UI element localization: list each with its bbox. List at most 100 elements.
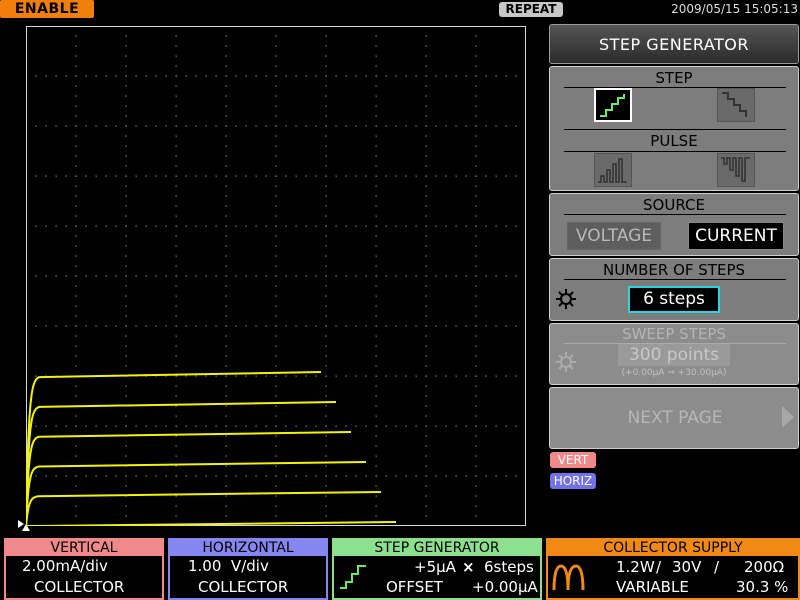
grid-dot — [245, 275, 247, 277]
grid-dot — [55, 175, 57, 177]
grid-dot — [425, 405, 427, 407]
grid-dot — [325, 65, 327, 67]
grid-dot — [205, 225, 207, 227]
grid-dot — [275, 75, 277, 77]
grid-dot — [375, 195, 377, 197]
grid-dot — [155, 125, 157, 127]
grid-dot — [305, 225, 307, 227]
grid-dot — [475, 385, 477, 387]
enable-indicator: ENABLE — [0, 0, 94, 18]
grid-dot — [175, 185, 177, 187]
grid-dot — [35, 125, 37, 127]
grid-dot — [475, 235, 477, 237]
grid-dot — [375, 505, 377, 507]
grid-dot — [355, 175, 357, 177]
grid-dot — [195, 425, 197, 427]
grid-dot — [275, 225, 277, 227]
grid-dot — [275, 385, 277, 387]
grid-dot — [175, 265, 177, 267]
curve-trace-1 — [26, 371, 322, 526]
grid-dot — [255, 175, 257, 177]
grid-dot — [375, 455, 377, 457]
grid-dot — [225, 45, 227, 47]
grid-dot — [265, 175, 267, 177]
grid-dot — [275, 405, 277, 407]
grid-dot — [275, 505, 277, 507]
grid-dot — [425, 505, 427, 507]
grid-dot — [175, 225, 177, 227]
pulse-up-icon[interactable] — [594, 153, 632, 187]
grid-dot — [275, 455, 277, 457]
grid-dot — [325, 345, 327, 347]
grid-dot — [105, 75, 107, 77]
grid-dot — [365, 75, 367, 77]
grid-dot — [275, 335, 277, 337]
grid-dot — [385, 425, 387, 427]
step-down-icon[interactable] — [717, 88, 755, 122]
grid-dot — [375, 235, 377, 237]
grid-dot — [175, 385, 177, 387]
grid-dot — [165, 475, 167, 477]
horizontal-status-box[interactable]: HORIZONTAL 1.00 V/div COLLECTOR — [168, 538, 328, 600]
grid-dot — [125, 415, 127, 417]
grid-dot — [285, 425, 287, 427]
grid-dot — [475, 165, 477, 167]
grid-dot — [125, 515, 127, 517]
grid-dot — [495, 375, 497, 377]
vertical-scale: 2.00mA/div — [22, 557, 108, 575]
grid-dot — [175, 115, 177, 117]
grid-dot — [365, 275, 367, 277]
grid-dot — [495, 175, 497, 177]
grid-dot — [75, 365, 77, 367]
current-button[interactable]: CURRENT — [688, 222, 784, 250]
grid-dot — [185, 125, 187, 127]
grid-dot — [255, 375, 257, 377]
horizontal-title: HORIZONTAL — [170, 540, 326, 556]
grid-dot — [125, 305, 127, 307]
grid-dot — [125, 265, 127, 267]
grid-dot — [85, 175, 87, 177]
grid-dot — [105, 175, 107, 177]
grid-dot — [475, 485, 477, 487]
grid-dot — [175, 95, 177, 97]
grid-dot — [505, 375, 507, 377]
grid-dot — [125, 165, 127, 167]
sweep-steps-label: SWEEP STEPS — [622, 325, 726, 343]
pulse-down-icon[interactable] — [717, 153, 755, 187]
grid-dot — [75, 145, 77, 147]
grid-dot — [325, 305, 327, 307]
step-label: STEP — [655, 69, 693, 87]
grid-dot — [65, 125, 67, 127]
grid-dot — [425, 65, 427, 67]
voltage-button[interactable]: VOLTAGE — [567, 222, 661, 250]
grid-dot — [75, 485, 77, 487]
grid-dot — [275, 275, 277, 277]
grid-dot — [185, 325, 187, 327]
grid-dot — [255, 325, 257, 327]
grid-dot — [475, 295, 477, 297]
grid-dot — [325, 495, 327, 497]
step-up-icon[interactable] — [594, 88, 632, 122]
collector-supply-status-box[interactable]: COLLECTOR SUPPLY 1.2W / 30V / 200Ω VARIA… — [546, 538, 800, 600]
step-generator-status-box[interactable]: STEP GENERATOR +5μA × 6steps OFFSET +0.0… — [332, 538, 542, 600]
grid-dot — [45, 125, 47, 127]
grid-dot — [375, 465, 377, 467]
vertical-status-box[interactable]: VERTICAL 2.00mA/div COLLECTOR — [4, 538, 164, 600]
grid-dot — [75, 185, 77, 187]
collector-resistance: 200Ω — [744, 558, 785, 576]
grid-dot — [175, 365, 177, 367]
grid-dot — [425, 305, 427, 307]
grid-dot — [225, 125, 227, 127]
grid-dot — [355, 75, 357, 77]
grid-dot — [305, 425, 307, 427]
grid-dot — [275, 425, 277, 427]
grid-dot — [425, 115, 427, 117]
grid-dot — [345, 125, 347, 127]
grid-dot — [225, 375, 227, 377]
number-of-steps-field[interactable]: 6 steps — [628, 286, 720, 313]
grid-dot — [305, 325, 307, 327]
next-page-button[interactable]: NEXT PAGE — [549, 387, 799, 449]
grid-dot — [275, 105, 277, 107]
grid-dot — [485, 475, 487, 477]
grid-dot — [75, 265, 77, 267]
